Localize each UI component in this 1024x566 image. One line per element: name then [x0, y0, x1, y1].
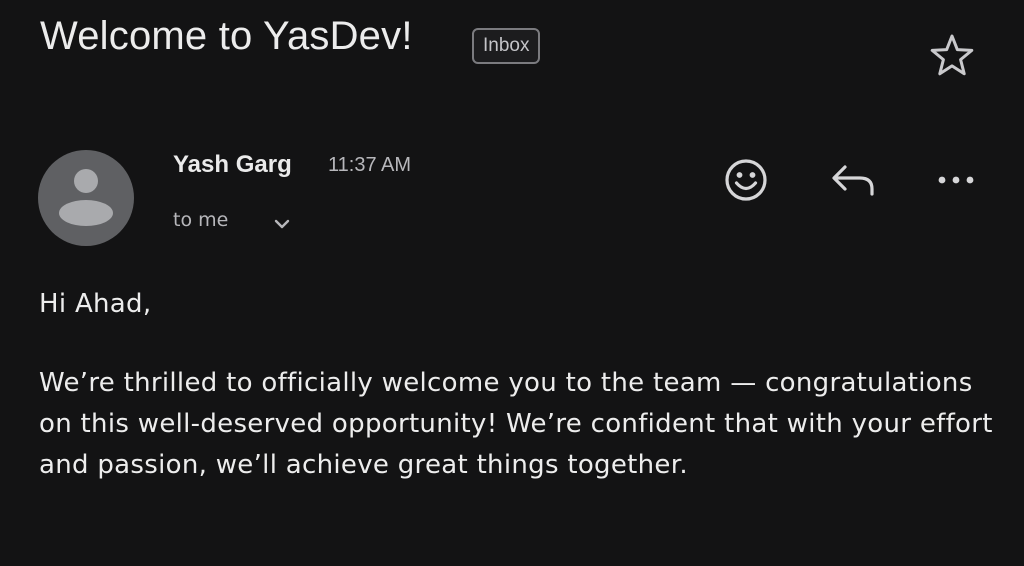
email-view: Welcome to YasDev! Inbox Yash Garg 11:37…	[0, 0, 1024, 566]
email-body: Hi Ahad, We’re thrilled to officially we…	[39, 284, 999, 486]
sender-avatar[interactable]	[38, 150, 134, 246]
email-subject: Welcome to YasDev!	[40, 14, 413, 58]
recipient-details-toggle[interactable]: to me	[173, 209, 228, 231]
inbox-label-badge[interactable]: Inbox	[472, 28, 541, 64]
add-reaction-button[interactable]	[720, 154, 772, 206]
star-icon[interactable]	[926, 30, 978, 82]
email-paragraph: We’re thrilled to officially welcome you…	[39, 368, 993, 480]
sender-name[interactable]: Yash Garg	[173, 151, 292, 179]
reply-arrow-icon	[832, 165, 874, 196]
chevron-down-icon[interactable]	[272, 216, 292, 232]
more-horizontal-icon	[938, 176, 974, 184]
more-options-button[interactable]	[930, 154, 982, 206]
smiley-face-icon	[725, 159, 767, 201]
reply-button[interactable]	[826, 154, 878, 206]
email-greeting: Hi Ahad,	[39, 289, 152, 319]
person-icon	[59, 169, 113, 226]
email-timestamp: 11:37 AM	[328, 154, 412, 176]
